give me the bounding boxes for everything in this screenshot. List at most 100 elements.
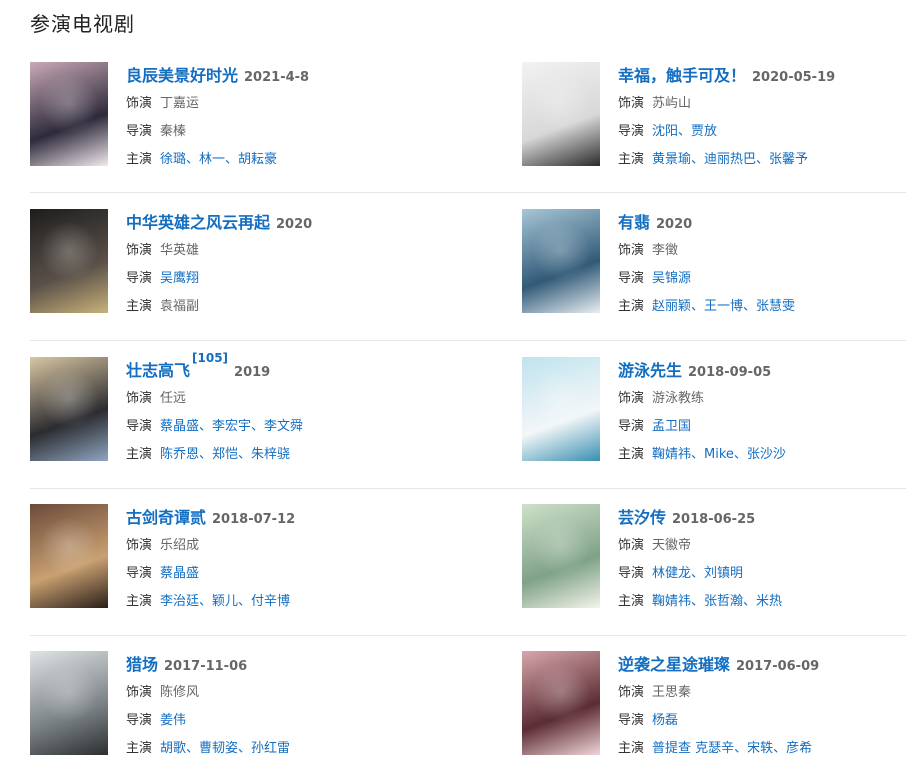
drama-card: 良辰美景好时光 2021-4-8 饰演 丁嘉运 导演 秦榛 主演 徐璐、林一、胡耘豪	[30, 62, 430, 172]
drama-title-line: 壮志高飞[105] 2019	[126, 351, 271, 381]
drama-date: 2020-05-19	[752, 70, 836, 85]
director-value[interactable]: 吴鹰翔	[160, 271, 199, 286]
role-value: 王思秦	[652, 685, 692, 700]
director-label: 导演	[126, 566, 153, 581]
role-value: 陈修风	[160, 685, 200, 700]
drama-title-link[interactable]: 有翡	[618, 213, 650, 232]
drama-title-link[interactable]: 猎场	[126, 655, 158, 674]
role-field: 饰演 苏屿山	[618, 92, 691, 111]
drama-title-line: 幸福，触手可及！ 2020-05-19	[618, 62, 835, 86]
reference-link[interactable]: [105]	[192, 351, 228, 365]
role-label: 饰演	[126, 391, 153, 406]
drama-poster[interactable]	[30, 651, 108, 755]
row-divider	[30, 488, 906, 489]
director-field: 导演 姜伟	[126, 709, 186, 728]
drama-title-line: 芸汐传 2018-06-25	[618, 504, 755, 528]
drama-title-link[interactable]: 游泳先生	[618, 361, 682, 380]
role-field: 饰演 乐绍成	[126, 534, 199, 553]
cast-label: 主演	[618, 152, 645, 167]
drama-poster[interactable]	[522, 62, 600, 166]
cast-value[interactable]: 赵丽颖、王一博、张慧雯	[652, 299, 795, 314]
cast-value[interactable]: 普提查 克瑟辛、宋轶、彦希	[652, 741, 812, 756]
drama-card: 游泳先生 2018-09-05 饰演 游泳教练 导演 孟卫国 主演 鞠婧祎、Mike、张…	[522, 357, 906, 467]
drama-date: 2017-06-09	[736, 659, 820, 674]
cast-value[interactable]: 徐璐、林一、胡耘豪	[160, 152, 277, 167]
drama-poster[interactable]	[522, 357, 600, 461]
cast-field: 主演 李治廷、颖儿、付辛博	[126, 590, 290, 609]
role-field: 饰演 丁嘉运	[126, 92, 199, 111]
cast-label: 主演	[126, 447, 153, 462]
director-label: 导演	[126, 124, 153, 139]
cast-field: 主演 袁福副	[126, 295, 199, 314]
director-field: 导演 沈阳、贾放	[618, 120, 717, 139]
role-value: 苏屿山	[652, 96, 692, 111]
cast-value[interactable]: 李治廷、颖儿、付辛博	[160, 594, 290, 609]
director-field: 导演 吴鹰翔	[126, 267, 199, 286]
cast-value[interactable]: 鞠婧祎、Mike、张沙沙	[652, 447, 786, 462]
role-field: 饰演 李徵	[618, 239, 678, 258]
role-field: 饰演 游泳教练	[618, 387, 704, 406]
drama-title-link[interactable]: 中华英雄之风云再起	[126, 213, 270, 232]
cast-label: 主演	[126, 152, 153, 167]
role-label: 饰演	[126, 96, 153, 111]
director-label: 导演	[126, 271, 153, 286]
drama-date: 2018-06-25	[672, 512, 756, 527]
drama-poster[interactable]	[30, 209, 108, 313]
director-value[interactable]: 蔡晶盛、李宏宇、李文舜	[160, 419, 303, 434]
drama-card: 壮志高飞[105] 2019 饰演 任远 导演 蔡晶盛、李宏宇、李文舜 主演 陈乔恩、郑…	[30, 351, 430, 467]
drama-title-line: 古剑奇谭贰 2018-07-12	[126, 504, 295, 528]
drama-date: 2021-4-8	[244, 70, 310, 85]
director-value[interactable]: 姜伟	[160, 713, 186, 728]
drama-poster[interactable]	[30, 62, 108, 166]
role-field: 饰演 天徽帝	[618, 534, 691, 553]
drama-card: 猎场 2017-11-06 饰演 陈修风 导演 姜伟 主演 胡歌、曹韧姿、孙红雷	[30, 651, 430, 761]
director-value[interactable]: 孟卫国	[652, 419, 691, 434]
role-label: 饰演	[618, 391, 645, 406]
row-divider	[30, 635, 906, 636]
cast-value[interactable]: 鞠婧祎、张哲瀚、米热	[652, 594, 782, 609]
cast-label: 主演	[126, 594, 153, 609]
director-label: 导演	[126, 419, 153, 434]
drama-title-link[interactable]: 逆袭之星途璀璨	[618, 655, 730, 674]
drama-title-line: 猎场 2017-11-06	[126, 651, 247, 675]
drama-title-link[interactable]: 良辰美景好时光	[126, 66, 238, 85]
director-value[interactable]: 杨磊	[652, 713, 678, 728]
director-value[interactable]: 林健龙、刘镇明	[652, 566, 743, 581]
drama-date: 2018-09-05	[688, 365, 772, 380]
cast-value[interactable]: 胡歌、曹韧姿、孙红雷	[160, 741, 290, 756]
cast-field: 主演 胡歌、曹韧姿、孙红雷	[126, 737, 290, 756]
drama-title-link[interactable]: 幸福，触手可及！	[618, 66, 746, 85]
drama-poster[interactable]	[30, 504, 108, 608]
director-field: 导演 林健龙、刘镇明	[618, 562, 743, 581]
director-value[interactable]: 沈阳、贾放	[652, 124, 717, 139]
cast-value[interactable]: 陈乔恩、郑恺、朱梓骁	[160, 447, 290, 462]
cast-field: 主演 普提查 克瑟辛、宋轶、彦希	[618, 737, 812, 756]
drama-poster[interactable]	[30, 357, 108, 461]
drama-title-line: 中华英雄之风云再起 2020	[126, 209, 312, 233]
role-label: 饰演	[618, 685, 645, 700]
role-field: 饰演 陈修风	[126, 681, 199, 700]
drama-title-line: 良辰美景好时光 2021-4-8	[126, 62, 309, 86]
cast-field: 主演 陈乔恩、郑恺、朱梓骁	[126, 443, 290, 462]
drama-poster[interactable]	[522, 651, 600, 755]
cast-label: 主演	[618, 299, 645, 314]
cast-value[interactable]: 黄景瑜、迪丽热巴、张馨予	[652, 152, 808, 167]
director-field: 导演 秦榛	[126, 120, 186, 139]
drama-poster[interactable]	[522, 504, 600, 608]
drama-title-link[interactable]: 壮志高飞	[126, 361, 190, 380]
drama-date: 2017-11-06	[164, 659, 248, 674]
director-label: 导演	[126, 713, 153, 728]
drama-date: 2019	[234, 365, 271, 380]
director-value[interactable]: 蔡晶盛	[160, 566, 199, 581]
drama-title-line: 有翡 2020	[618, 209, 692, 233]
role-field: 饰演 王思秦	[618, 681, 691, 700]
drama-card: 古剑奇谭贰 2018-07-12 饰演 乐绍成 导演 蔡晶盛 主演 李治廷、颖儿、付辛博	[30, 504, 430, 614]
director-label: 导演	[618, 271, 645, 286]
director-value[interactable]: 吴锦源	[652, 271, 691, 286]
role-label: 饰演	[618, 243, 645, 258]
drama-poster[interactable]	[522, 209, 600, 313]
drama-title-link[interactable]: 古剑奇谭贰	[126, 508, 206, 527]
director-label: 导演	[618, 419, 645, 434]
drama-title-link[interactable]: 芸汐传	[618, 508, 666, 527]
role-label: 饰演	[618, 538, 645, 553]
